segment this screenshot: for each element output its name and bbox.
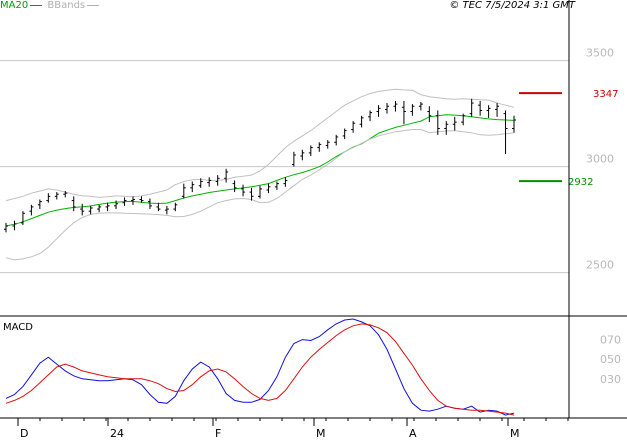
ohlc-bar — [376, 105, 381, 117]
macd-panel-title: MACD — [3, 322, 33, 333]
ohlc-bar — [164, 205, 169, 215]
price-y-tick-label: 3500 — [586, 47, 614, 60]
x-tick-label: M — [316, 427, 326, 440]
price-y-tick-label: 3000 — [586, 153, 614, 166]
ohlc-bar — [71, 196, 76, 212]
ohlc-bar — [207, 177, 212, 187]
ohlc-bar — [131, 196, 135, 205]
ohlc-bar — [37, 199, 42, 210]
macd-y-tick-label: 070 — [600, 334, 621, 347]
ohlc-bar — [97, 204, 102, 213]
ohlc-bar — [232, 180, 237, 193]
ohlc-bar — [283, 177, 288, 187]
ohlc-bar — [173, 202, 178, 212]
x-tick-label: M — [510, 427, 520, 440]
ohlc-bar — [495, 103, 500, 117]
macd-y-tick-label: 050 — [600, 353, 621, 366]
legend-bbands-swatch — [87, 4, 100, 6]
ohlc-bar — [4, 222, 8, 233]
ohlc-bar — [308, 145, 313, 157]
ohlc-bar — [469, 98, 474, 117]
ohlc-bar — [478, 100, 483, 116]
ohlc-bar — [88, 205, 93, 215]
ohlc-bar — [393, 100, 398, 112]
ohlc-bar — [452, 116, 457, 131]
macd-panel: 070 050 030 — [5, 318, 621, 416]
ohlc-bar — [401, 100, 406, 125]
ohlc-bar — [46, 193, 51, 203]
indicator-legend: MA20 BBands — [0, 0, 100, 11]
x-tick-label: D — [20, 427, 28, 440]
ohlc-bar — [190, 181, 195, 193]
price-y-tick-label: 2500 — [586, 259, 614, 272]
ohlc-bar — [291, 151, 296, 167]
ohlc-bar — [444, 121, 449, 135]
ohlc-bar — [486, 105, 491, 118]
support-level-label: 2932 — [568, 177, 593, 188]
x-tick-label: F — [215, 427, 221, 440]
resistance-level-label: 3347 — [593, 89, 618, 100]
legend-ma20: MA20 — [0, 0, 29, 11]
ohlc-bar — [147, 198, 152, 210]
ohlc-bar — [342, 128, 347, 140]
ohlc-bar — [54, 192, 59, 200]
chart-canvas: 2500 3000 3500 3347 2932 070 050 030 D 24 F M A M — [0, 0, 627, 440]
ohlc-bar — [12, 220, 17, 231]
ohlc-bar — [503, 110, 508, 154]
x-tick-label: 24 — [110, 427, 124, 440]
ohlc-bar — [368, 110, 373, 122]
x-tick-label: A — [409, 427, 417, 440]
ohlc-bar — [156, 202, 161, 212]
ohlc-bar — [258, 185, 262, 199]
ohlc-bar — [427, 106, 432, 123]
ohlc-bar — [317, 142, 322, 152]
ohlc-bar — [385, 103, 389, 114]
ohlc-bar — [351, 121, 356, 133]
macd-y-tick-label: 030 — [600, 373, 621, 386]
ohlc-bar — [105, 202, 110, 212]
ohlc-bar — [359, 115, 364, 128]
ohlc-bar — [181, 183, 186, 199]
legend-ma20-swatch — [30, 4, 43, 6]
ohlc-bar — [334, 134, 339, 146]
ohlc-bar — [249, 187, 254, 201]
ohlc-bar — [274, 181, 279, 190]
ohlc-bar — [80, 203, 85, 216]
ohlc-bar — [325, 140, 330, 149]
ohlc-bar — [410, 104, 415, 116]
legend-bbands: BBands — [47, 0, 86, 11]
upper-band-line — [5, 88, 515, 202]
price-panel: 2500 3000 3500 3347 2932 — [0, 47, 618, 274]
copyright-timestamp: © TEC 7/5/2024 3:1 GMT — [449, 0, 575, 11]
ohlc-bar — [512, 115, 516, 133]
signal-line — [5, 323, 515, 416]
ohlc-bar — [29, 204, 34, 216]
ohlc-bar — [20, 211, 25, 225]
ohlc-bar — [266, 183, 271, 194]
ohlc-bar — [224, 168, 229, 183]
ohlc-bar — [241, 184, 246, 197]
ohlc-bar — [418, 101, 423, 111]
ohlc-bar — [300, 149, 305, 161]
